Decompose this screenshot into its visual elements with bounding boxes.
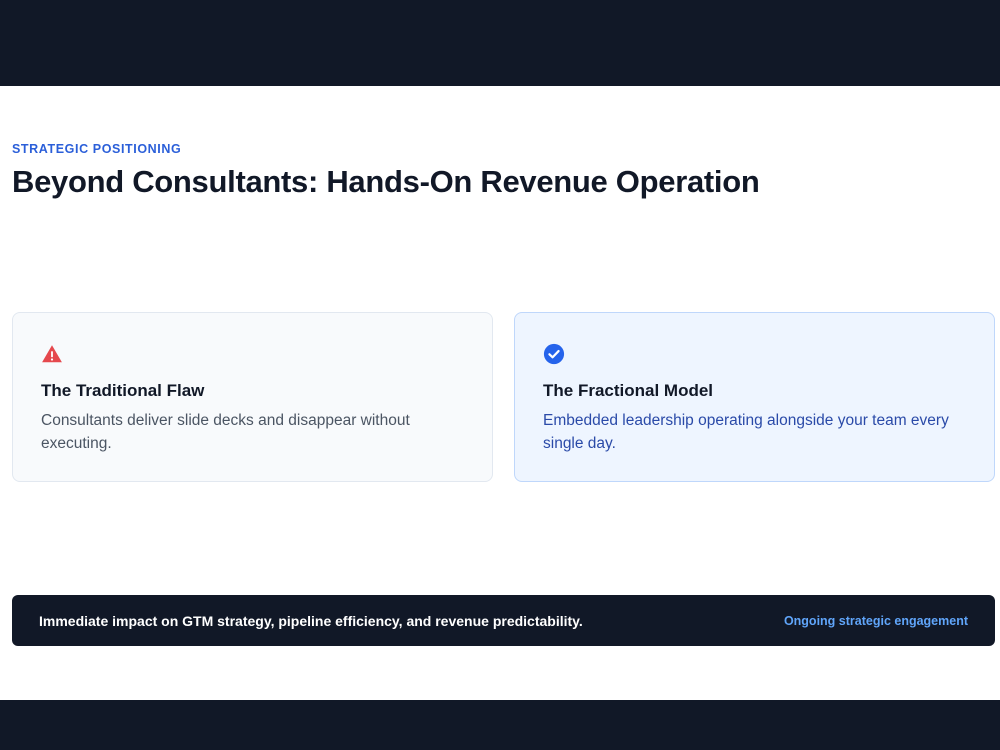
traditional-flaw-card: The Traditional Flaw Consultants deliver…: [12, 312, 493, 482]
banner-text: Immediate impact on GTM strategy, pipeli…: [39, 612, 583, 629]
ongoing-engagement-link[interactable]: Ongoing strategic engagement: [784, 614, 968, 628]
card-title: The Fractional Model: [543, 381, 714, 400]
bottom-dark-bar: [0, 700, 1000, 750]
check-circle-icon: [543, 343, 565, 365]
fractional-model-card: The Fractional Model Embedded leadership…: [514, 312, 995, 482]
card-title: The Traditional Flaw: [41, 381, 205, 400]
page-title: Beyond Consultants: Hands-On Revenue Ope…: [12, 164, 760, 199]
section-eyebrow: STRATEGIC POSITIONING: [12, 142, 182, 156]
warning-icon: [42, 345, 62, 363]
impact-banner: Immediate impact on GTM strategy, pipeli…: [12, 595, 995, 646]
card-description: Consultants deliver slide decks and disa…: [41, 412, 410, 452]
top-dark-bar: [0, 0, 1000, 86]
card-description: Embedded leadership operating alongside …: [543, 412, 949, 452]
